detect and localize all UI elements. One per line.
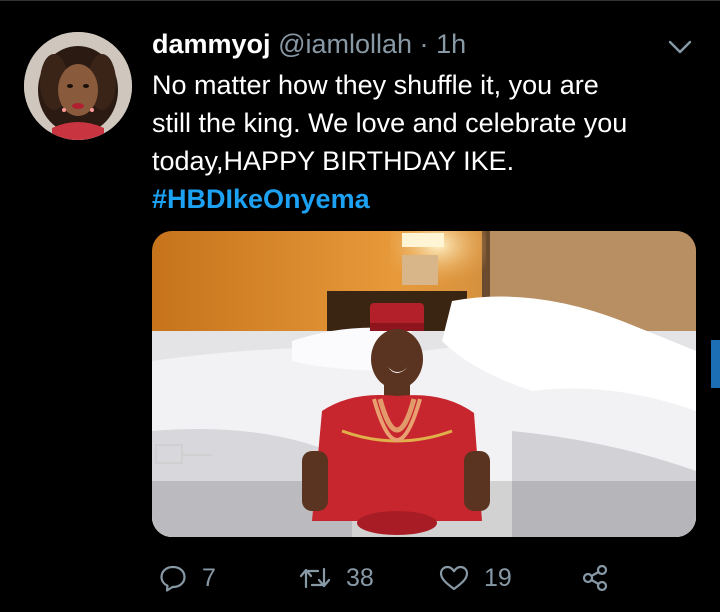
chevron-down-icon[interactable] <box>664 36 696 58</box>
avatar-image <box>24 32 132 140</box>
photo-man-on-bed <box>152 231 696 537</box>
heart-icon <box>438 563 470 593</box>
share-icon <box>580 563 610 593</box>
like-count: 19 <box>484 563 512 592</box>
retweet-button[interactable]: 38 <box>298 558 374 598</box>
top-divider <box>0 0 720 1</box>
tweet-text-line: No matter how they shuffle it, you are <box>152 70 599 100</box>
share-button[interactable] <box>580 558 610 598</box>
avatar[interactable] <box>24 32 132 140</box>
tweet-text-line: still the king. We love and celebrate yo… <box>152 108 628 138</box>
timestamp[interactable]: 1h <box>436 29 466 59</box>
tweet-text-line: today,HAPPY BIRTHDAY IKE. <box>152 146 515 176</box>
tweet-text: No matter how they shuffle it, you are s… <box>152 66 692 218</box>
user-handle[interactable]: @iamlollah <box>278 29 412 59</box>
reply-icon <box>158 563 188 593</box>
scrollbar-thumb[interactable] <box>711 340 720 388</box>
retweet-count: 38 <box>346 563 374 592</box>
display-name[interactable]: dammyoj <box>152 29 271 59</box>
like-button[interactable]: 19 <box>438 558 512 598</box>
reply-button[interactable]: 7 <box>158 558 216 598</box>
separator-dot: · <box>419 29 429 59</box>
tweet-actions: 7 38 19 <box>152 558 632 598</box>
tweet-header: dammyoj @iamlollah · 1h <box>152 28 466 60</box>
tweet-photo[interactable] <box>152 231 696 537</box>
hashtag-link[interactable]: #HBDIkeOnyema <box>152 184 370 214</box>
reply-count: 7 <box>202 563 216 592</box>
retweet-icon <box>298 563 332 593</box>
